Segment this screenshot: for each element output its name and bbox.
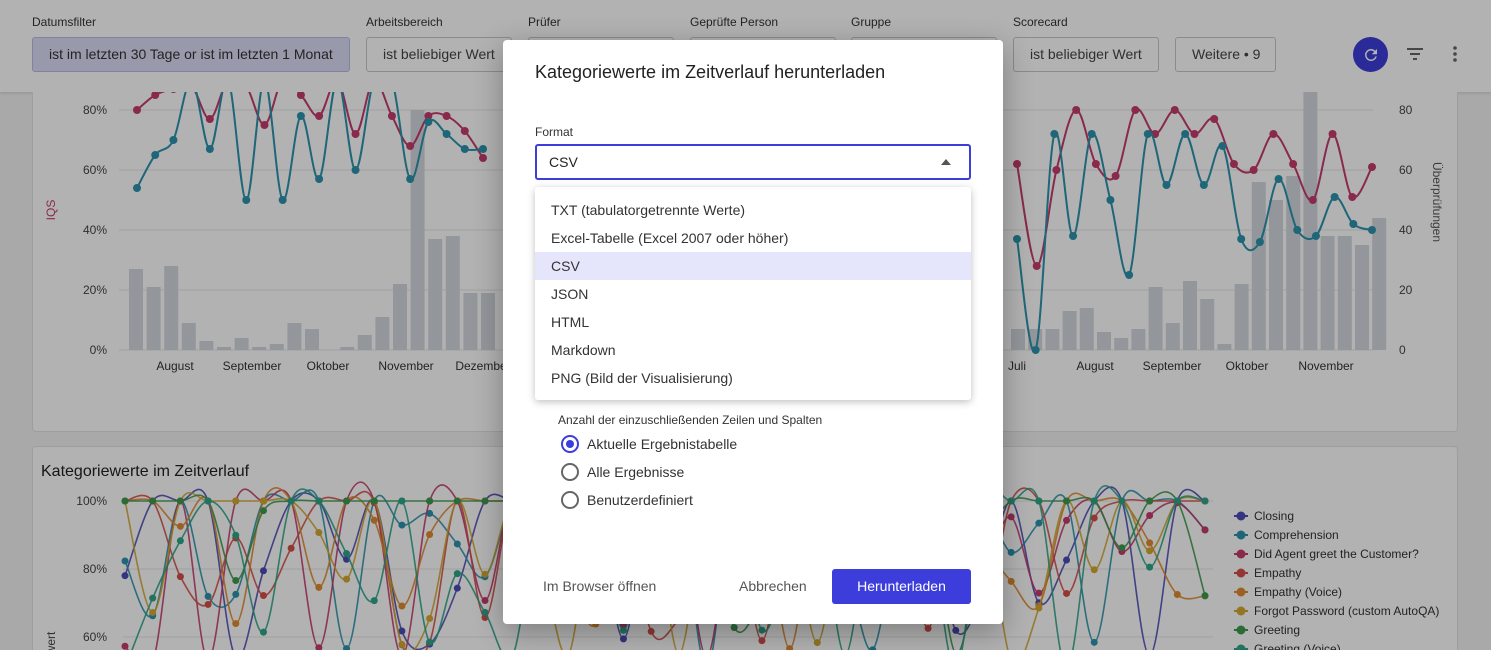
radio-current-results[interactable]: Aktuelle Ergebnistabelle xyxy=(561,434,737,454)
caret-up-icon xyxy=(941,159,951,165)
open-in-browser-button[interactable]: Im Browser öffnen xyxy=(535,569,664,604)
dialog-title: Kategoriewerte im Zeitverlauf herunterla… xyxy=(535,62,886,82)
format-option-png[interactable]: PNG (Bild der Visualisierung) xyxy=(535,364,971,392)
cancel-button[interactable]: Abbrechen xyxy=(731,569,815,604)
format-label: Format xyxy=(535,125,574,139)
format-option-excel[interactable]: Excel-Tabelle (Excel 2007 oder höher) xyxy=(535,224,971,252)
format-option-json[interactable]: JSON xyxy=(535,280,971,308)
format-dropdown: TXT (tabulatorgetrennte Werte) Excel-Tab… xyxy=(535,187,971,400)
format-option-txt[interactable]: TXT (tabulatorgetrennte Werte) xyxy=(535,196,971,224)
radio-unchecked-icon xyxy=(561,463,579,481)
radio-custom[interactable]: Benutzerdefiniert xyxy=(561,490,693,510)
rows-columns-label: Anzahl der einzuschließenden Zeilen und … xyxy=(558,413,823,427)
radio-label: Alle Ergebnisse xyxy=(587,464,685,480)
download-dialog: Kategoriewerte im Zeitverlauf herunterla… xyxy=(503,40,1003,624)
radio-unchecked-icon xyxy=(561,491,579,509)
download-button[interactable]: Herunterladen xyxy=(832,569,971,604)
format-select-value: CSV xyxy=(549,154,578,170)
format-option-markdown[interactable]: Markdown xyxy=(535,336,971,364)
radio-all-results[interactable]: Alle Ergebnisse xyxy=(561,462,684,482)
radio-checked-icon xyxy=(561,435,579,453)
radio-label: Aktuelle Ergebnistabelle xyxy=(587,436,738,452)
format-option-html[interactable]: HTML xyxy=(535,308,971,336)
format-select[interactable]: CSV xyxy=(535,144,971,180)
radio-label: Benutzerdefiniert xyxy=(587,492,693,508)
format-option-csv[interactable]: CSV xyxy=(535,252,971,280)
